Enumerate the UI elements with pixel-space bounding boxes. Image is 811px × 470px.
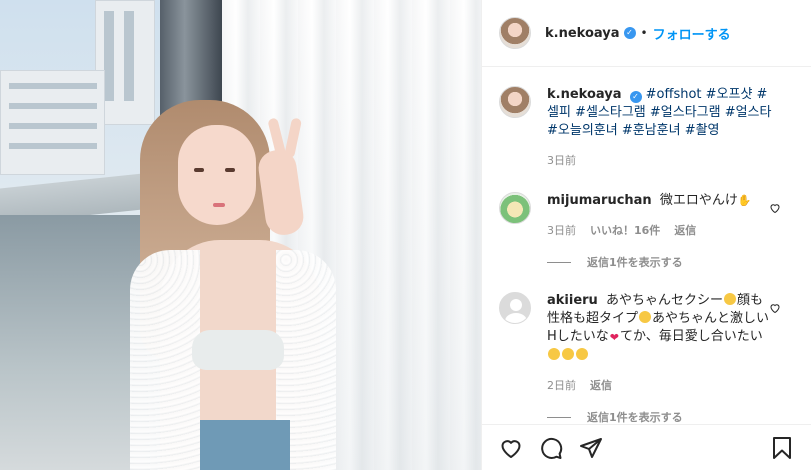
caption-username[interactable]: k.nekoaya (547, 87, 622, 102)
verified-badge-icon: ✓ (623, 27, 636, 39)
comment-time[interactable]: 2日前 (547, 377, 576, 393)
reply-button[interactable]: 返信 (674, 222, 696, 238)
bookmark-icon[interactable] (769, 435, 795, 461)
view-replies-label: 返信1件を表示する (587, 256, 683, 269)
smile-emoji-icon (723, 293, 736, 305)
comment-text-part: あやちゃんセクシー (605, 293, 723, 308)
view-replies-button[interactable]: 返信1件を表示する (547, 254, 795, 270)
comment-like-icon[interactable] (769, 202, 781, 214)
caption-avatar[interactable] (499, 86, 531, 118)
post-side-panel: k.nekoaya ✓ • フォローする k.nekoaya ✓ #offshot… (481, 0, 811, 470)
comment: akiieru あやちゃんセクシー 顔も性格も超タイプ あやちゃんと激しいHしたいな… (499, 292, 795, 393)
comments-list[interactable]: k.nekoaya ✓ #offshot #오프샷 #셀피 #셀스타그램 #얼스타… (482, 68, 811, 424)
commenter-username[interactable]: akiieru (547, 293, 598, 308)
post-photo[interactable] (0, 0, 481, 470)
photo-jeans (200, 420, 290, 470)
hand-emoji-icon: ✋ (737, 194, 752, 207)
caption: k.nekoaya ✓ #offshot #오프샷 #셀피 #셀스타그램 #얼스타… (499, 86, 795, 168)
commenter-avatar[interactable] (499, 192, 531, 224)
smile-emoji-icon (548, 348, 560, 360)
default-avatar-icon[interactable] (499, 292, 531, 324)
comment-likes[interactable]: いいね！16件 (590, 222, 660, 238)
view-replies-button[interactable]: 返信1件を表示する (547, 409, 795, 424)
photo-cardigan-left (130, 250, 200, 470)
heart-icon[interactable] (498, 435, 524, 461)
comment-icon[interactable] (538, 435, 564, 461)
caption-time[interactable]: 3日前 (547, 152, 576, 168)
verified-badge-icon: ✓ (629, 91, 642, 103)
instagram-post: k.nekoaya ✓ • フォローする k.nekoaya ✓ #offshot… (0, 0, 811, 470)
comment: mijumaruchan 微エロやんけ✋ 3日前 いいね！16件 返信 (499, 192, 795, 238)
follow-button[interactable]: フォローする (653, 24, 731, 43)
photo-building-2 (0, 70, 105, 175)
commenter-username[interactable]: mijumaruchan (547, 193, 652, 208)
author-username[interactable]: k.nekoaya (545, 26, 620, 41)
photo-person-face (178, 125, 256, 225)
header-separator: • (640, 26, 648, 40)
post-action-bar (482, 424, 811, 470)
smile-emoji-icon (562, 348, 574, 360)
photo-top (192, 330, 284, 370)
author-avatar[interactable] (499, 17, 531, 49)
paper-plane-icon[interactable] (578, 435, 604, 461)
comment-like-icon[interactable] (769, 302, 781, 314)
heart-emoji-icon: ❤ (609, 331, 619, 344)
comment-time[interactable]: 3日前 (547, 222, 576, 238)
comment-text-part: てか、毎日愛し合いたい (620, 329, 763, 344)
view-replies-label: 返信1件を表示する (587, 411, 683, 424)
smile-emoji-icon (639, 311, 652, 323)
smile-emoji-icon (576, 348, 588, 360)
comment-text: 微エロやんけ (659, 193, 738, 208)
post-header: k.nekoaya ✓ • フォローする (482, 0, 811, 67)
reply-button[interactable]: 返信 (590, 377, 612, 393)
